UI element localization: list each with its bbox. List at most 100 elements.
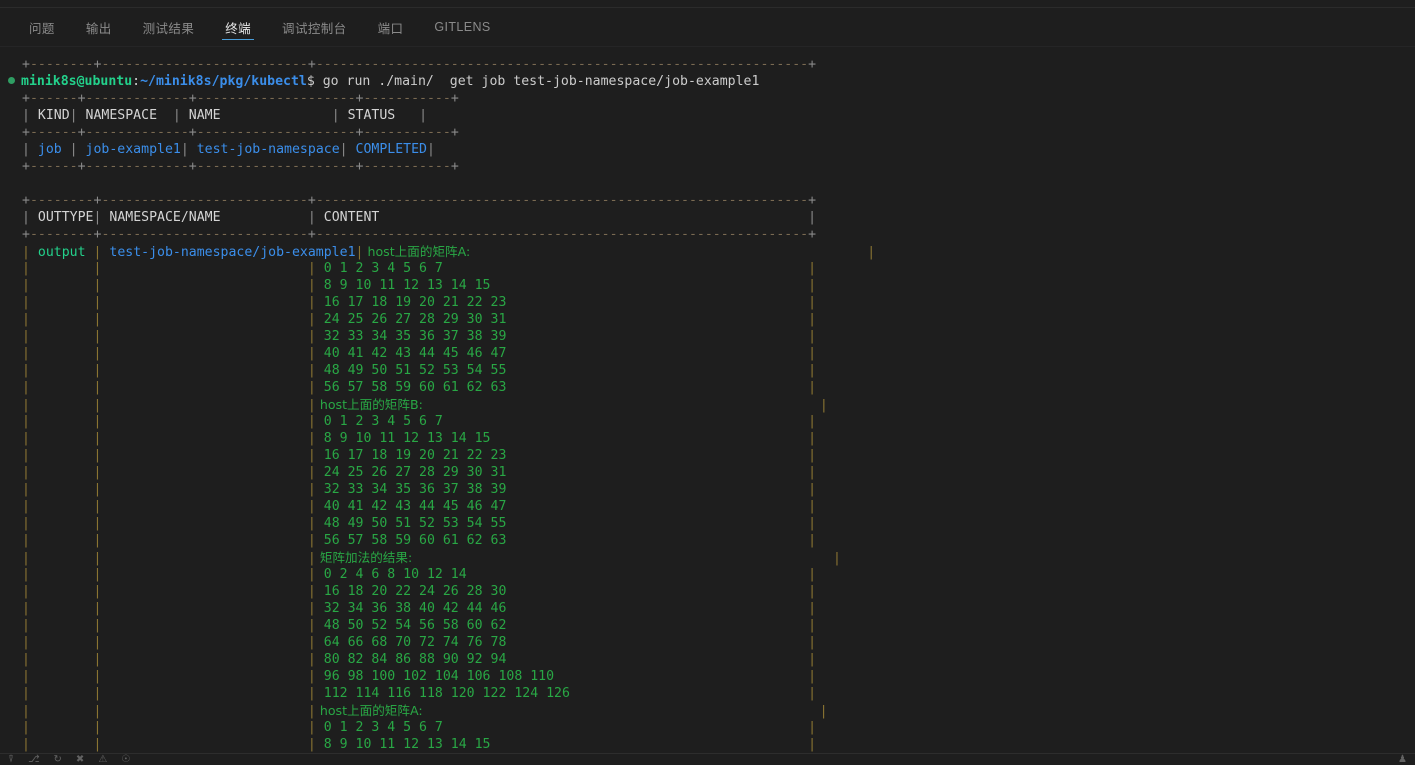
table2-content-row: | | | 96 98 100 102 104 106 108 110 | [22, 669, 817, 684]
table2-content-row: | | | 32 33 34 35 36 37 38 39 | [22, 329, 817, 344]
prompt-user-host: minik8s@ubuntu [21, 74, 133, 89]
table2-content-row: | | | 112 114 116 118 120 122 124 126 | [22, 686, 817, 701]
content-cell-text: 48 49 50 51 52 53 54 55 [315, 363, 507, 378]
content-cell-text: 32 33 34 35 36 37 38 39 [315, 482, 507, 497]
table2-content-row: | | | 56 57 58 59 60 61 62 63 | [22, 533, 817, 548]
table2-content-row: | | | 24 25 26 27 28 29 30 31 | [22, 465, 817, 480]
table2-content-row: | | | 16 17 18 19 20 21 22 23 | [22, 448, 817, 463]
content-cell-text: 80 82 84 86 88 90 92 94 [315, 652, 507, 667]
editor-sliver [0, 0, 1415, 8]
table2-content-row: | | | 8 9 10 11 12 13 14 15 | [22, 278, 817, 293]
table2-content-row: | | | 0 1 2 3 4 5 6 7 | [22, 414, 817, 429]
panel-tab-bar: 问题 输出 测试结果 终端 调试控制台 端口 GITLENS [0, 8, 1415, 47]
prompt-command: $ go run ./main/ get job test-job-namesp… [306, 74, 760, 89]
table2-content-row: | | | 64 66 68 70 72 74 76 78 | [22, 635, 817, 650]
terminal-prompt-line: minik8s@ubuntu:~/minik8s/pkg/kubectl$ go… [0, 73, 1415, 90]
table2-content-row: | | | 48 49 50 51 52 53 54 55 | [22, 363, 817, 378]
table2-rule-mid: +--------+--------------------------+---… [22, 227, 817, 242]
panel-tab-1[interactable]: 输出 [75, 8, 123, 46]
status-bar: ⍒ ⎇ ↻ ✖ ⚠ ☉ ♟ [0, 753, 1415, 765]
table1-rule-top: +------+-------------+------------------… [22, 91, 459, 106]
table2-content-row: | | | 40 41 42 43 44 45 46 47 | [22, 346, 817, 361]
table2-content-row: | | | 16 18 20 22 24 26 28 30 | [22, 584, 817, 599]
content-cell-text: host上面的矩阵A: [315, 703, 423, 718]
notifications-icon[interactable]: ♟ [1398, 754, 1407, 765]
panel-tab-label: 调试控制台 [282, 21, 347, 36]
content-cell-text: 16 18 20 22 24 26 28 30 [315, 584, 507, 599]
table2-content-row: | output | test-job-namespace/job-exampl… [22, 244, 876, 260]
content-cell-text: 8 9 10 11 12 13 14 15 [315, 737, 491, 752]
source-control-branch[interactable]: ⎇ [28, 754, 40, 765]
error-icon[interactable]: ✖ [76, 754, 84, 765]
terminal-viewport[interactable]: +--------+--------------------------+---… [0, 47, 1415, 753]
content-cell-text: 16 17 18 19 20 21 22 23 [315, 448, 507, 463]
table2-content-row: | | | 48 49 50 51 52 53 54 55 | [22, 516, 817, 531]
content-cell-text: 16 17 18 19 20 21 22 23 [315, 295, 507, 310]
table2-content-row: | | | 0 2 4 6 8 10 12 14 | [22, 567, 817, 582]
sync-icon[interactable]: ↻ [54, 754, 62, 765]
table2-content-row: | | | 40 41 42 43 44 45 46 47 | [22, 499, 817, 514]
table1-header-row: | KIND| NAMESPACE | NAME | STATUS | [22, 108, 428, 123]
table2-header-row: | OUTTYPE| NAMESPACE/NAME | CONTENT | [22, 210, 817, 225]
content-cell-text: 8 9 10 11 12 13 14 15 [315, 431, 491, 446]
prompt-path: ~/minik8s/pkg/kubectl [140, 74, 307, 89]
warning-icon[interactable]: ⚠ [98, 754, 107, 765]
content-cell-text: 56 57 58 59 60 61 62 63 [315, 380, 507, 395]
panel-tab-label: 测试结果 [142, 21, 195, 36]
table2-content-row: | | | 80 82 84 86 88 90 92 94 | [22, 652, 817, 667]
content-cell-text: 0 2 4 6 8 10 12 14 [315, 567, 467, 582]
panel-tab-label: 端口 [377, 21, 404, 36]
content-cell-text: 64 66 68 70 72 74 76 78 [315, 635, 507, 650]
table2-content-row: | | | 56 57 58 59 60 61 62 63 | [22, 380, 817, 395]
remote-icon[interactable]: ⍒ [8, 754, 14, 765]
panel-tab-label: GITLENS [434, 20, 491, 34]
panel-tab-0[interactable]: 问题 [18, 8, 66, 46]
terminal-status-dot-icon [8, 76, 15, 84]
table2-content-row: | | | 0 1 2 3 4 5 6 7 | [22, 261, 817, 276]
table2-rule-top: +--------+--------------------------+---… [22, 193, 817, 208]
content-cell-text: 112 114 116 118 120 122 124 126 [315, 686, 570, 701]
table2-content-row: | | | 0 1 2 3 4 5 6 7 | [22, 720, 817, 735]
content-cell-text: 24 25 26 27 28 29 30 31 [315, 312, 507, 327]
table2-content-row: | | | host上面的矩阵A: | [22, 703, 828, 719]
table2-content-row: | | | 24 25 26 27 28 29 30 31 | [22, 312, 817, 327]
content-cell-text: 48 50 52 54 56 58 60 62 [315, 618, 507, 633]
content-cell-text: 矩阵加法的结果: [315, 550, 413, 565]
panel-tab-5[interactable]: 端口 [367, 8, 415, 46]
content-cell-text: 32 33 34 35 36 37 38 39 [315, 329, 507, 344]
content-cell-text: 48 49 50 51 52 53 54 55 [315, 516, 507, 531]
terminal-scrollbar[interactable] [1401, 47, 1415, 753]
table2-content-row: | | | host上面的矩阵B: | [22, 397, 828, 413]
terminal-rule: +--------+--------------------------+---… [22, 57, 817, 72]
content-cell-text: 96 98 100 102 104 106 108 110 [315, 669, 555, 684]
panel-tab-2[interactable]: 测试结果 [132, 8, 206, 46]
vscode-panel: 问题 输出 测试结果 终端 调试控制台 端口 GITLENS +--------+-----… [0, 0, 1415, 765]
terminal-output: +--------+--------------------------+---… [0, 47, 1415, 753]
status-bar-right: ♟ [1398, 754, 1415, 765]
panel-tab-6[interactable]: GITLENS [423, 8, 501, 46]
table2-content-row: | | | 矩阵加法的结果: | [22, 550, 841, 566]
panel-tab-label: 输出 [85, 21, 112, 36]
panel-tab-label: 问题 [29, 21, 55, 36]
prompt-colon: : [132, 74, 141, 89]
table1-data-row: | job | job-example1| test-job-namespace… [22, 142, 435, 157]
table2-content-row: | | | 8 9 10 11 12 13 14 15 | [22, 737, 817, 752]
content-cell-text: 32 34 36 38 40 42 44 46 [315, 601, 507, 616]
content-cell-text: 24 25 26 27 28 29 30 31 [315, 465, 507, 480]
content-cell-text: 40 41 42 43 44 45 46 47 [315, 346, 507, 361]
panel-tab-label: 终端 [225, 21, 252, 36]
panel-tab-3[interactable]: 终端 [214, 8, 262, 46]
content-cell-text: 40 41 42 43 44 45 46 47 [315, 499, 507, 514]
ports-icon[interactable]: ☉ [121, 754, 130, 765]
table2-content-row: | | | 16 17 18 19 20 21 22 23 | [22, 295, 817, 310]
table1-rule-bottom: +------+-------------+------------------… [22, 159, 459, 174]
content-cell-text: host上面的矩阵A: [363, 244, 471, 259]
content-cell-text: 56 57 58 59 60 61 62 63 [315, 533, 507, 548]
table2-content-row: | | | 8 9 10 11 12 13 14 15 | [22, 431, 817, 446]
table1-rule-mid: +------+-------------+------------------… [22, 125, 459, 140]
table2-content-row: | | | 48 50 52 54 56 58 60 62 | [22, 618, 817, 633]
panel-tab-4[interactable]: 调试控制台 [271, 8, 358, 46]
table2-content-row: | | | 32 33 34 35 36 37 38 39 | [22, 482, 817, 497]
content-cell-text: 0 1 2 3 4 5 6 7 [315, 261, 443, 276]
